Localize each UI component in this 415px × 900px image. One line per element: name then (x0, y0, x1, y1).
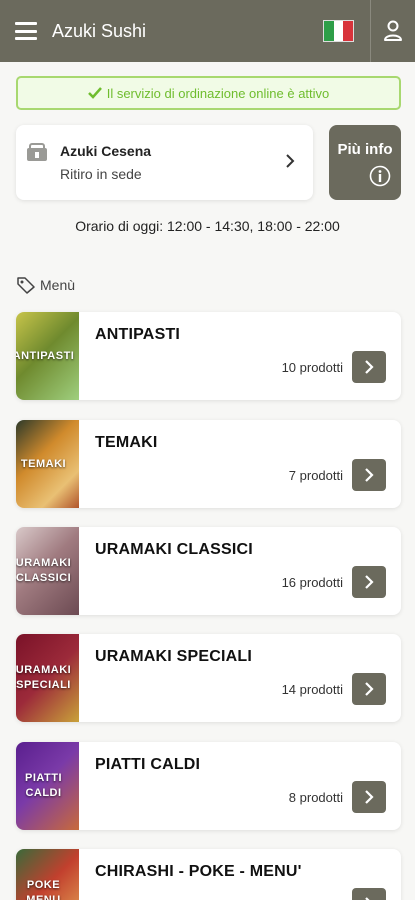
category-title: PIATTI CALDI (95, 756, 201, 773)
category-card-temaki[interactable]: TEMAKI TEMAKI 7 prodotti (16, 420, 401, 508)
category-thumbnail: PIATTI CALDI (16, 742, 79, 830)
chevron-right-icon[interactable] (352, 351, 386, 383)
thumbnail-label: ANTIPASTI (16, 349, 75, 362)
thumbnail-label: POKE MENU (26, 879, 61, 900)
category-card-piatti-caldi[interactable]: PIATTI CALDI PIATTI CALDI 8 prodotti (16, 742, 401, 830)
top-app-bar: Azuki Sushi (0, 0, 415, 62)
chevron-right-icon[interactable] (352, 673, 386, 705)
today-hours: Orario di oggi: 12:00 - 14:30, 18:00 - 2… (75, 218, 340, 234)
category-card-uramaki-speciali[interactable]: URAMAKI SPECIALI URAMAKI SPECIALI 14 pro… (16, 634, 401, 722)
category-title: URAMAKI SPECIALI (95, 648, 252, 665)
user-icon[interactable] (370, 0, 415, 62)
menu-heading-label: Menù (40, 277, 76, 293)
chevron-right-icon[interactable] (352, 566, 386, 598)
tag-icon (17, 277, 35, 294)
category-count: 8 prodotti (288, 790, 343, 805)
category-card-antipasti[interactable]: ANTIPASTI ANTIPASTI 10 prodotti (16, 312, 401, 400)
store-selector-card[interactable]: Azuki Cesena Ritiro in sede (16, 125, 313, 200)
shopping-bag-icon (27, 143, 47, 161)
category-thumbnail: ANTIPASTI (16, 312, 79, 400)
store-name: Azuki Cesena (60, 143, 152, 159)
thumbnail-label: URAMAKI SPECIALI (16, 664, 72, 691)
category-title: URAMAKI CLASSICI (95, 541, 253, 558)
category-count: 14 prodotti (281, 682, 343, 697)
category-thumbnail: URAMAKI CLASSICI (16, 527, 79, 615)
category-card-uramaki-classici[interactable]: URAMAKI CLASSICI URAMAKI CLASSICI 16 pro… (16, 527, 401, 615)
chevron-right-icon[interactable] (352, 888, 386, 900)
category-thumbnail: URAMAKI SPECIALI (16, 634, 79, 722)
category-title: CHIRASHI - POKE - MENU' (95, 863, 302, 880)
category-count: 16 prodotti (281, 575, 343, 590)
app-title: Azuki Sushi (52, 20, 147, 41)
menu-heading: Menù (16, 276, 75, 294)
info-icon (369, 165, 391, 187)
category-title: TEMAKI (95, 434, 158, 451)
thumbnail-label: PIATTI CALDI (24, 772, 62, 799)
hamburger-menu-icon[interactable] (15, 22, 37, 40)
category-card-chirashi-poke-menu[interactable]: POKE MENU CHIRASHI - POKE - MENU' (16, 849, 401, 900)
ordering-status-banner: Il servizio di ordinazione online è atti… (16, 76, 401, 110)
category-count: 10 prodotti (281, 360, 343, 375)
thumbnail-label: TEMAKI (20, 457, 67, 470)
italian-flag-icon[interactable] (323, 20, 354, 42)
category-title: ANTIPASTI (95, 326, 181, 343)
store-order-mode: Ritiro in sede (60, 166, 142, 182)
check-icon (87, 87, 102, 99)
category-count: 7 prodotti (288, 468, 343, 483)
chevron-right-icon[interactable] (352, 781, 386, 813)
chevron-right-icon[interactable] (352, 459, 386, 491)
more-info-label: Più info (337, 141, 393, 158)
thumbnail-label: URAMAKI CLASSICI (16, 557, 72, 584)
category-thumbnail: POKE MENU (16, 849, 79, 900)
category-thumbnail: TEMAKI (16, 420, 79, 508)
chevron-right-icon (286, 154, 295, 168)
status-text: Il servizio di ordinazione online è atti… (106, 85, 330, 101)
more-info-button[interactable]: Più info (329, 125, 401, 200)
